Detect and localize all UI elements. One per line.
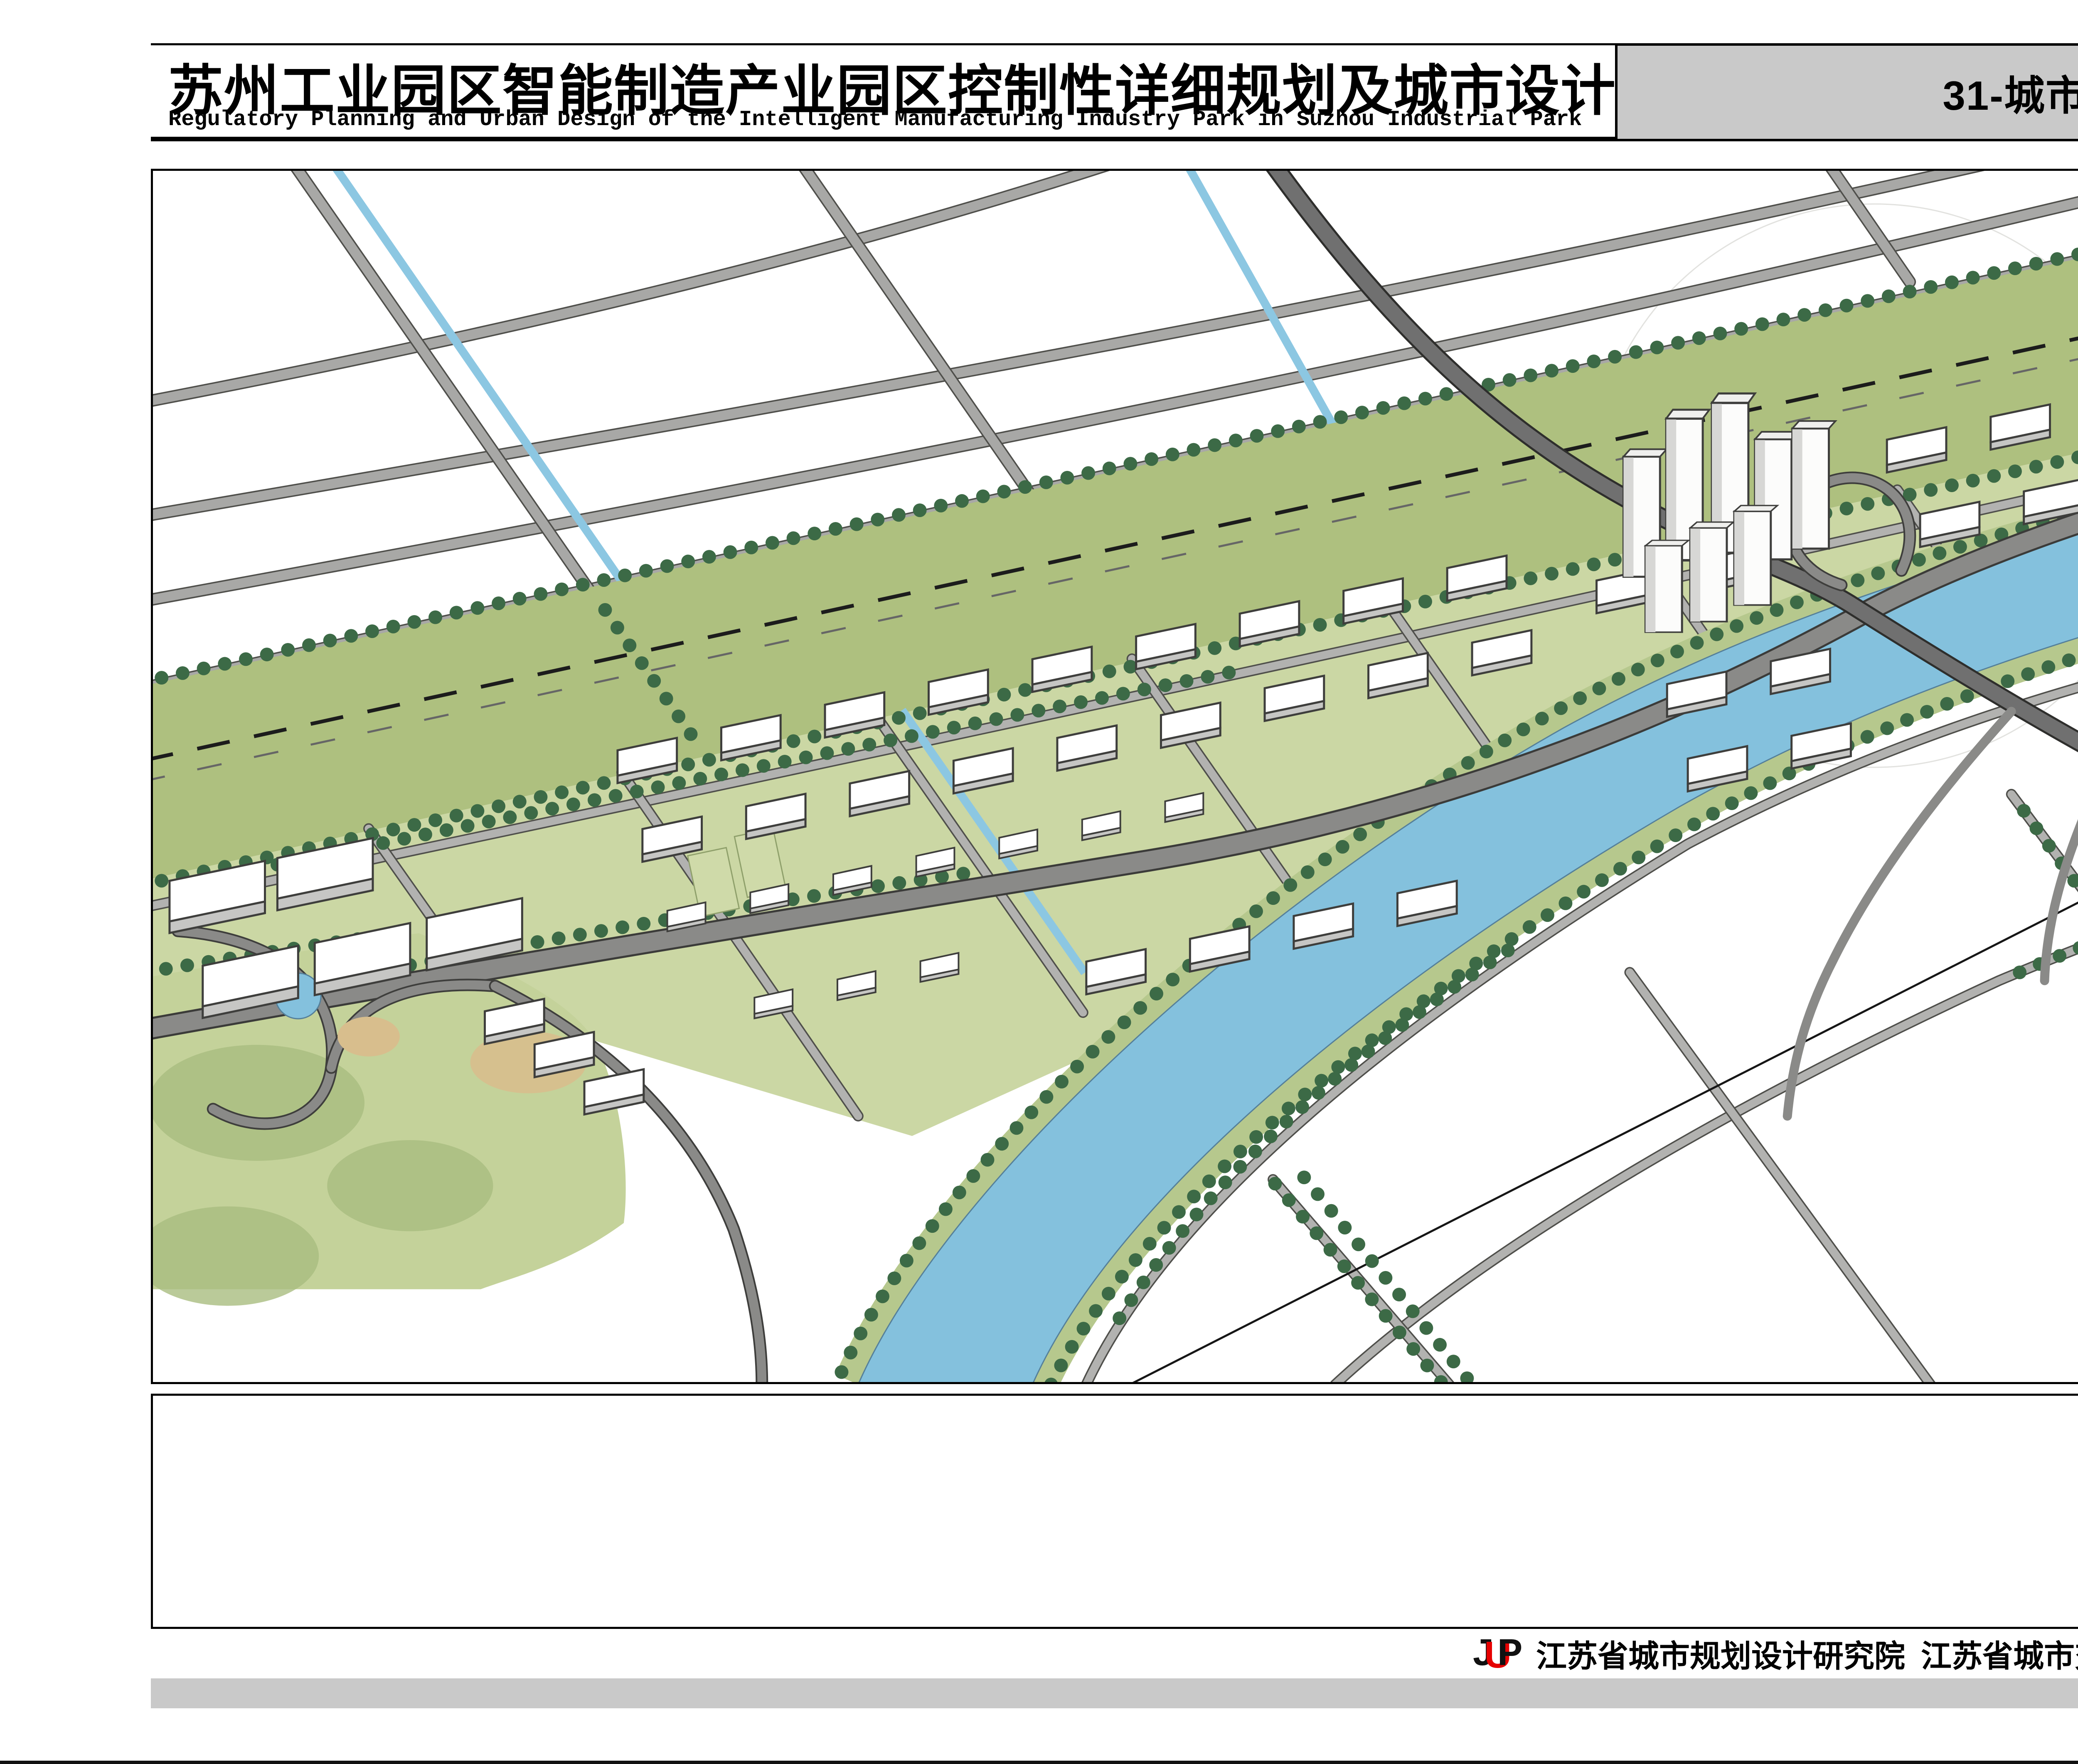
institute-name-planning: 江苏省城市规划设计研究院 <box>1536 1631 1905 1676</box>
footer: J U P 江苏省城市规划设计研究院 江苏省城市交通规划研究中心 <box>1473 1633 2078 1673</box>
aerial-render-frame <box>151 169 2078 1384</box>
plan-sheet: 苏州工业园区智能制造产业园区控制性详细规划及城市设计 Regulatory Pl… <box>0 0 2078 1764</box>
institute-name-transport: 江苏省城市交通规划研究中心 <box>1921 1631 2078 1676</box>
footer-gray-bar <box>151 1678 2078 1708</box>
sheet-number-box: 31-城市设计三维鸟瞰图 <box>1615 43 2078 141</box>
notes-box <box>151 1394 2078 1629</box>
bottom-edge-strip <box>0 1761 2078 1764</box>
page-subtitle-en: Regulatory Planning and Urban Design of … <box>168 107 1582 132</box>
aerial-render <box>153 171 2078 1382</box>
jup-logo-icon: J U P <box>1473 1633 1522 1673</box>
logo-letter-p: P <box>1497 1633 1522 1673</box>
sheet-label: 31-城市设计三维鸟瞰图 <box>1943 63 2078 122</box>
